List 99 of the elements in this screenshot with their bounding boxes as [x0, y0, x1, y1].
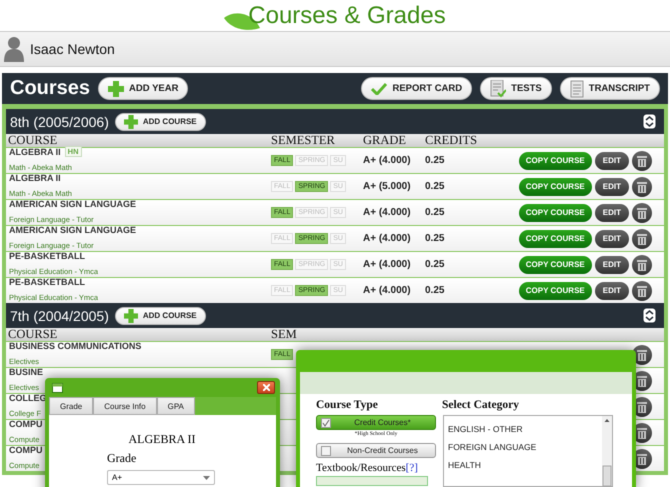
trash-icon	[637, 452, 647, 464]
trash-icon	[637, 258, 647, 270]
column-header: COURSE	[7, 328, 58, 341]
course-name: AMERICAN SIGN LANGUAGE	[9, 198, 136, 208]
field-label: Textbook/Resources	[316, 462, 406, 474]
check-icon	[371, 82, 388, 94]
credits-value: 0.25	[425, 155, 446, 166]
course-name: COLLEG	[9, 392, 46, 402]
section-heading: Course Type	[316, 399, 379, 411]
checkbox-checked-icon	[321, 418, 331, 428]
grade-value: A+ (4.000)	[363, 259, 412, 270]
copy-course-button[interactable]: COPY COURSE	[518, 230, 592, 248]
course-name: COMPU	[9, 418, 42, 428]
user-silhouette-icon	[4, 36, 24, 62]
grade-value: A+ (4.000)	[363, 207, 412, 218]
course-type-button[interactable]: Credit Courses*	[316, 415, 436, 430]
edit-button[interactable]: EDIT	[594, 230, 629, 248]
edit-button[interactable]: EDIT	[594, 152, 629, 170]
course-name: ALGEBRA II	[9, 146, 61, 156]
checkbox-icon	[321, 446, 331, 456]
grade-value: A+ (4.000)	[363, 155, 412, 166]
plus-icon	[124, 114, 138, 128]
category-item[interactable]: HEALTH	[448, 460, 536, 478]
category-item[interactable]: FOREIGN LANGUAGE	[448, 442, 536, 460]
column-header: SEMESTER	[271, 134, 336, 147]
textbook-field[interactable]	[316, 476, 428, 486]
trash-icon	[637, 206, 647, 218]
column-header: SEM	[271, 328, 298, 341]
course-name: PE-BASKETBALL	[9, 250, 85, 260]
delete-button[interactable]	[632, 254, 652, 274]
close-icon	[262, 384, 270, 391]
grade-select[interactable]: A+	[107, 470, 215, 485]
dialog-tab[interactable]: Course Info	[93, 397, 157, 415]
grade-value: A+ (5.000)	[363, 181, 412, 192]
credits-value: 0.25	[425, 233, 446, 244]
grade-value: A+ (4.000)	[363, 233, 412, 244]
trash-icon	[637, 154, 647, 166]
expand-toggle-icon	[643, 308, 656, 323]
dialog-tab[interactable]: Grade	[49, 397, 94, 415]
trash-icon	[637, 400, 647, 412]
course-name: ALGEBRA II	[9, 172, 61, 182]
add-course-button[interactable]: ADD COURSE	[114, 306, 206, 324]
course-type-button[interactable]: Non-Credit Courses	[316, 443, 436, 458]
delete-button[interactable]	[632, 228, 652, 248]
edit-button[interactable]: EDIT	[594, 256, 629, 274]
course-name: BUSINESS COMMUNICATIONS	[9, 340, 142, 350]
course-name: AMERICAN SIGN LANGUAGE	[9, 224, 136, 234]
delete-button[interactable]	[632, 150, 652, 170]
copy-course-button[interactable]: COPY COURSE	[518, 256, 592, 274]
document-icon	[570, 80, 584, 98]
delete-button[interactable]	[632, 176, 652, 196]
courses-heading: Courses	[10, 77, 90, 100]
help-link[interactable]: [?]	[406, 462, 418, 474]
window-icon	[52, 382, 63, 392]
copy-course-button[interactable]: COPY COURSE	[518, 204, 592, 222]
add-year-button[interactable]: ADD YEAR	[98, 77, 188, 100]
close-button[interactable]	[257, 381, 275, 394]
copy-course-button[interactable]: COPY COURSE	[518, 178, 592, 196]
grade-value: A+ (4.000)	[363, 285, 412, 296]
copy-course-button[interactable]: COPY COURSE	[518, 282, 592, 300]
course-title: ALGEBRA II	[128, 431, 196, 447]
year-label: 8th (2005/2006)	[10, 114, 109, 130]
user-name: Isaac Newton	[30, 41, 115, 57]
dialog-tab[interactable]: GPA	[156, 397, 195, 415]
course-name: COMPU	[9, 444, 42, 454]
delete-button[interactable]	[632, 280, 652, 300]
column-header: CREDITS	[425, 134, 478, 147]
trash-icon	[637, 232, 647, 244]
trash-icon	[637, 180, 647, 192]
toolbar-button[interactable]: TRANSCRIPT	[560, 77, 660, 100]
column-header: COURSE	[7, 134, 58, 147]
toolbar-button[interactable]: TESTS	[480, 77, 552, 100]
trash-icon	[637, 348, 647, 360]
year-label: 7th (2004/2005)	[10, 308, 109, 324]
edit-button[interactable]: EDIT	[594, 204, 629, 222]
section-heading: Select Category	[442, 399, 520, 411]
copy-course-button[interactable]: COPY COURSE	[518, 152, 592, 170]
expand-toggle-icon	[643, 114, 656, 129]
delete-button[interactable]	[632, 202, 652, 222]
edit-button[interactable]: EDIT	[594, 282, 629, 300]
edit-button[interactable]: EDIT	[594, 178, 629, 196]
toolbar-button[interactable]: REPORT CARD	[361, 77, 472, 100]
plus-icon	[108, 80, 124, 96]
document-check-icon	[490, 80, 506, 98]
trash-icon	[637, 374, 647, 386]
credits-value: 0.25	[425, 207, 446, 218]
field-label: Grade	[107, 451, 138, 466]
add-course-button[interactable]: ADD COURSE	[114, 112, 206, 130]
credits-value: 0.25	[425, 181, 446, 192]
column-header: GRADE	[363, 134, 408, 147]
trash-icon	[637, 284, 647, 296]
credits-value: 0.25	[425, 259, 446, 270]
credits-value: 0.25	[425, 285, 446, 296]
category-item[interactable]: ENGLISH - OTHER	[448, 424, 536, 442]
page-title: Courses & Grades	[248, 2, 446, 30]
course-name: PE-BASKETBALL	[9, 276, 85, 286]
trash-icon	[637, 426, 647, 438]
plus-icon	[124, 308, 138, 322]
course-name: BUSINE	[9, 366, 44, 376]
